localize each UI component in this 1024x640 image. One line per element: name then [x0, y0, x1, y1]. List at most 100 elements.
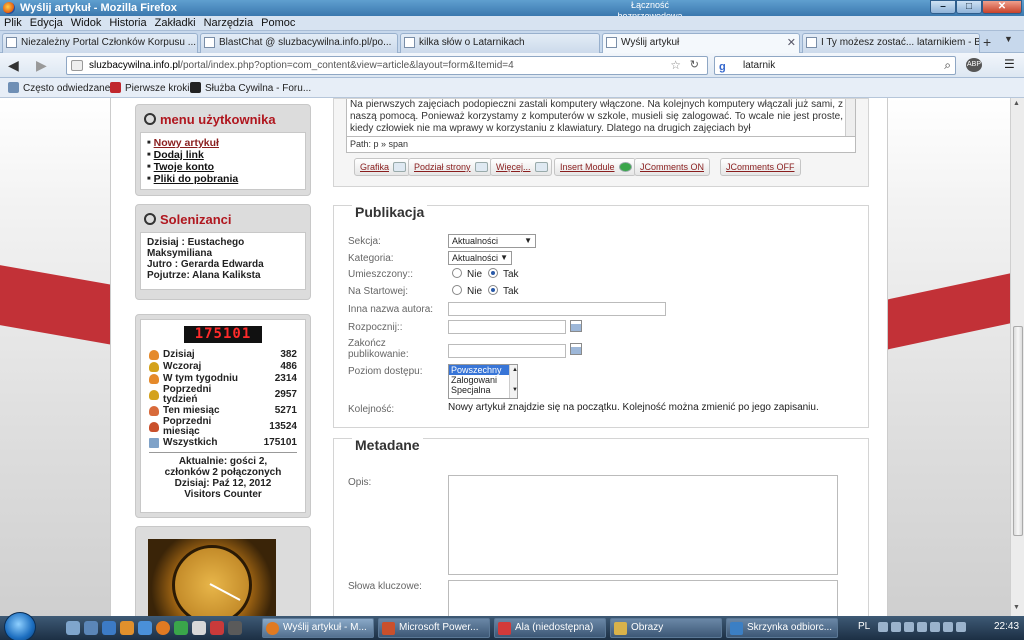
tab-blastchat[interactable]: BlastChat @ sluzbacywilna.info.pl/po...	[200, 33, 398, 53]
menu-help[interactable]: Pomoc	[257, 16, 299, 30]
close-tab-icon[interactable]: ✕	[787, 34, 796, 52]
page-scrollbar[interactable]: ▲ ▼	[1010, 98, 1024, 616]
new-tab-icon[interactable]: +	[983, 34, 991, 50]
radio-checked-icon	[488, 268, 498, 278]
section-select[interactable]: Aktualności ▼	[448, 234, 536, 248]
keywords-textarea[interactable]	[448, 580, 838, 616]
calendar-icon[interactable]	[570, 343, 582, 355]
tray-icon[interactable]	[930, 622, 940, 632]
names-day-after: Pojutrze: Alana Kaliksta	[147, 270, 261, 281]
task-firefox[interactable]: Wyślij artykuł - M...	[262, 618, 374, 638]
tab-latarnikiem[interactable]: I Ty możesz zostać... latarnikiem - Bis.…	[802, 33, 980, 53]
tab-latarnicy[interactable]: kilka słów o Latarnikach	[400, 33, 600, 53]
names-day-heading: Solenizanci	[144, 212, 306, 227]
tab-list-icon[interactable]: ▼	[1004, 34, 1013, 44]
bookmarks-menu-icon[interactable]: ☰	[1004, 57, 1015, 71]
minimize-button[interactable]: –	[930, 0, 956, 14]
menu-file[interactable]: Plik	[0, 16, 26, 30]
start-publishing-input[interactable]	[448, 320, 566, 334]
read-more-button[interactable]: Więcej...	[490, 158, 552, 176]
calendar-icon[interactable]	[570, 320, 582, 332]
google-search-icon[interactable]: g	[719, 59, 726, 76]
frontpage-no-radio[interactable]: Nie	[452, 285, 482, 298]
maximize-button[interactable]: □	[956, 0, 982, 14]
menu-tools[interactable]: Narzędzia	[200, 16, 258, 30]
menu-view[interactable]: Widok	[67, 16, 106, 30]
menu-edit[interactable]: Edycja	[26, 16, 67, 30]
account-link[interactable]: Twoje konto	[154, 161, 214, 173]
volume-icon[interactable]	[956, 622, 966, 632]
tab-portal[interactable]: Niezależny Portal Członków Korpusu ...	[2, 33, 198, 53]
jcomments-on-button[interactable]: JComments ON	[634, 158, 711, 176]
forward-icon[interactable]: ▶	[36, 57, 47, 74]
finish-publishing-input[interactable]	[448, 344, 566, 358]
list-scrollbar[interactable]: ▲ ▼	[509, 365, 518, 398]
app-icon[interactable]	[174, 621, 188, 635]
bullet-icon	[144, 213, 156, 225]
task-gadu[interactable]: Ala (niedostępna)	[494, 618, 606, 638]
editor-scrollbar[interactable]	[845, 99, 855, 136]
description-textarea[interactable]	[448, 475, 838, 575]
bookmark-star-icon[interactable]: ☆	[670, 57, 681, 74]
scroll-up-icon[interactable]: ▲	[1013, 100, 1020, 107]
network-icon[interactable]	[943, 622, 953, 632]
tab-wyslij-artykul[interactable]: Wyślij artykuł ✕	[602, 33, 800, 54]
address-bar[interactable]: sluzbacywilna.info.pl/portal/index.php?o…	[66, 56, 708, 75]
task-powerpoint[interactable]: Microsoft Power...	[378, 618, 490, 638]
tray-icon[interactable]	[917, 622, 927, 632]
bookmark-most-visited[interactable]: Często odwiedzane	[8, 82, 110, 94]
menu-bookmarks[interactable]: Zakładki	[151, 16, 200, 30]
scrollbar-thumb[interactable]	[1013, 326, 1023, 536]
bookmark-getting-started[interactable]: Pierwsze kroki	[110, 82, 189, 94]
site-identity-icon[interactable]	[71, 60, 83, 71]
counter-row-total: Wszystkich 175101	[149, 437, 297, 449]
task-mail[interactable]: Skrzynka odbiorc...	[726, 618, 838, 638]
system-clock[interactable]: 22:43	[994, 621, 1019, 632]
access-level-list[interactable]: Powszechny Zalogowani Specjalna ▲ ▼	[448, 364, 518, 399]
editor-text-area[interactable]: Na pierwszych zajęciach podopieczni zast…	[346, 99, 856, 137]
ie-icon[interactable]	[102, 621, 116, 635]
insert-module-button[interactable]: Insert Module	[554, 158, 636, 176]
ie-icon[interactable]	[138, 621, 152, 635]
search-box[interactable]: g latarnik ⌕	[714, 56, 956, 75]
firefox-icon[interactable]	[156, 621, 170, 635]
access-option-registered[interactable]: Zalogowani	[449, 375, 517, 385]
downloads-link[interactable]: Pliki do pobrania	[154, 173, 239, 185]
app-icon[interactable]	[228, 621, 242, 635]
new-article-link[interactable]: Nowy artykuł	[154, 137, 219, 149]
access-option-public[interactable]: Powszechny	[449, 365, 517, 375]
category-select[interactable]: Aktualności ▼	[448, 251, 512, 265]
start-button[interactable]	[4, 612, 36, 640]
page-break-button[interactable]: Podział strony	[408, 158, 492, 176]
section-label: Sekcja:	[348, 236, 381, 247]
bookmark-sluzba-cywilna[interactable]: Służba Cywilna - Foru...	[190, 82, 311, 94]
search-icon[interactable]: ⌕	[944, 57, 951, 74]
counter-summary: Aktualnie: gości 2, członków 2 połączony…	[164, 456, 282, 500]
tray-icon[interactable]	[904, 622, 914, 632]
task-pictures[interactable]: Obrazy	[610, 618, 722, 638]
app-icon[interactable]	[210, 621, 224, 635]
user-icon	[149, 350, 159, 360]
menu-history[interactable]: Historia	[105, 16, 150, 30]
tray-icon[interactable]	[878, 622, 888, 632]
published-yes-radio[interactable]: Tak	[488, 268, 519, 281]
counter-row-today: Dzisiaj 382	[149, 349, 297, 361]
switch-windows-icon[interactable]	[84, 621, 98, 635]
image-button[interactable]: Grafika	[354, 158, 411, 176]
access-option-special[interactable]: Specjalna	[449, 385, 517, 395]
add-link-link[interactable]: Dodaj link	[154, 149, 204, 161]
explorer-icon[interactable]	[120, 621, 134, 635]
author-alias-input[interactable]	[448, 302, 666, 316]
tray-icon[interactable]	[891, 622, 901, 632]
show-desktop-icon[interactable]	[66, 621, 80, 635]
app-icon[interactable]	[192, 621, 206, 635]
frontpage-yes-radio[interactable]: Tak	[488, 285, 519, 298]
close-button[interactable]: ✕	[982, 0, 1022, 14]
scroll-down-icon[interactable]: ▼	[1013, 604, 1020, 611]
published-no-radio[interactable]: Nie	[452, 268, 482, 281]
back-icon[interactable]: ◀	[8, 57, 19, 74]
reload-icon[interactable]: ↻	[690, 57, 699, 74]
language-indicator[interactable]: PL	[858, 621, 870, 632]
adblock-icon[interactable]: ABP	[966, 58, 982, 72]
jcomments-off-button[interactable]: JComments OFF	[720, 158, 801, 176]
